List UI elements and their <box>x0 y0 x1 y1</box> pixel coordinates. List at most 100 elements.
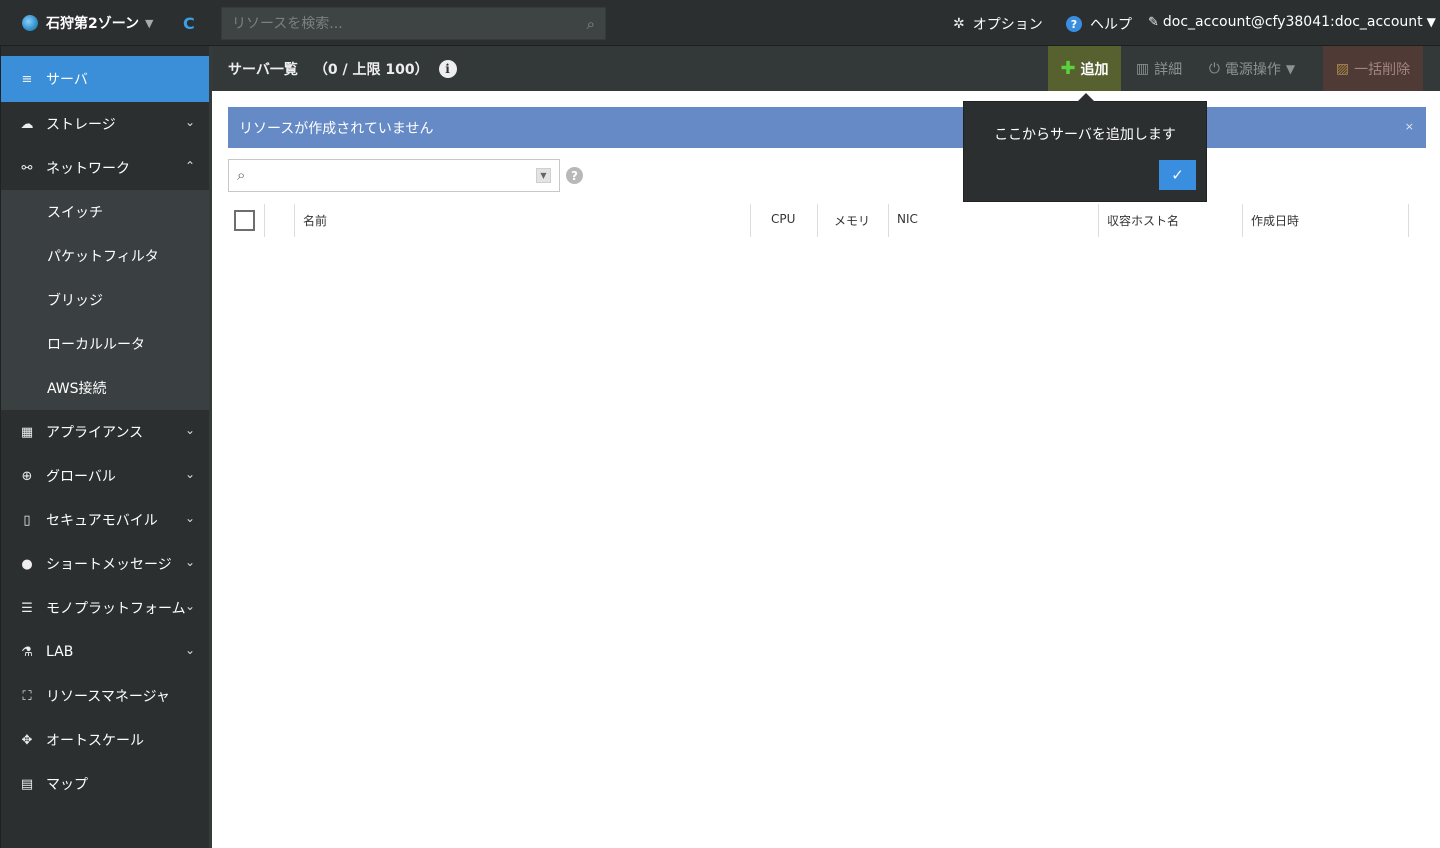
power-button-label: 電源操作 <box>1224 61 1281 78</box>
sidebar-item-appliance[interactable]: ▦ アプライアンス ⌄ <box>1 410 209 454</box>
sidebar-item-lab[interactable]: ⚗ LAB ⌄ <box>1 630 209 674</box>
sidebar-item-label: ローカルルータ <box>47 337 145 353</box>
column-separator <box>888 204 889 237</box>
sidebar: ≡ サーバ ☁ ストレージ ⌄ ⚯ ネットワーク ⌃ スイッチ パケットフィルタ… <box>0 46 212 848</box>
sidebar-item-autoscale[interactable]: ✥ オートスケール <box>1 718 209 762</box>
close-icon[interactable]: × <box>1405 120 1414 133</box>
account-menu[interactable]: ✎ doc_account@cfy38041:doc_account ▼ <box>1148 14 1436 30</box>
sidebar-item-label: スイッチ <box>47 205 103 221</box>
add-button-label: 追加 <box>1080 61 1109 78</box>
sidebar-item-aws-connect[interactable]: AWS接続 <box>1 366 209 410</box>
resource-search-input[interactable] <box>222 8 605 39</box>
sidebar-item-secure-mobile[interactable]: ▯ セキュアモバイル ⌄ <box>1 498 209 542</box>
chat-icon: ● <box>21 556 33 572</box>
tooltip-ok-button[interactable]: ✓ <box>1159 160 1196 190</box>
add-button[interactable]: ✚ 追加 <box>1048 46 1121 91</box>
account-label: doc_account@cfy38041:doc_account <box>1162 14 1423 30</box>
options-label: オプション <box>972 17 1043 33</box>
sidebar-item-resource-manager[interactable]: ⛶ リソースマネージャ <box>1 674 209 718</box>
sidebar-item-label: アプライアンス <box>46 425 144 441</box>
tooltip-text: ここからサーバを追加します <box>994 127 1176 143</box>
column-separator <box>750 204 751 237</box>
sidebar-item-local-router[interactable]: ローカルルータ <box>1 322 209 366</box>
caret-down-icon: ▼ <box>145 16 154 30</box>
sidebar-item-short-message[interactable]: ● ショートメッセージ ⌄ <box>1 542 209 586</box>
help-label: ヘルプ <box>1090 17 1132 33</box>
sidebar-item-label: サーバ <box>46 72 88 88</box>
bulk-delete-button[interactable]: ▨ 一括削除 <box>1323 46 1423 91</box>
sidebar-item-network[interactable]: ⚯ ネットワーク ⌃ <box>1 146 209 190</box>
flask-icon: ⚗ <box>21 644 33 660</box>
sidebar-item-storage[interactable]: ☁ ストレージ ⌄ <box>1 102 209 146</box>
sidebar-item-mono-platform[interactable]: ☰ モノプラットフォーム ⌄ <box>1 586 209 630</box>
detail-button[interactable]: ▥ 詳細 <box>1124 46 1194 91</box>
sidebar-item-server[interactable]: ≡ サーバ <box>1 56 209 102</box>
sidebar-item-label: ネットワーク <box>46 161 130 177</box>
sidebar-item-global[interactable]: ⊕ グローバル ⌄ <box>1 454 209 498</box>
column-header-name[interactable]: 名前 <box>303 212 327 229</box>
sidebar-item-label: セキュアモバイル <box>46 513 158 529</box>
server-icon: ≡ <box>21 71 33 87</box>
column-header-host[interactable]: 収容ホスト名 <box>1107 212 1179 229</box>
sidebar-item-switch[interactable]: スイッチ <box>1 190 209 234</box>
list-toolbar: サーバ一覧 （0 / 上限 100） i ✚ 追加 ▥ 詳細 ⏻ 電源操作 ▼ … <box>212 46 1440 91</box>
zone-selector[interactable]: 石狩第2ゾーン ▼ <box>22 13 154 33</box>
sidebar-item-packet-filter[interactable]: パケットフィルタ <box>1 234 209 278</box>
book-icon: ▥ <box>1135 60 1150 77</box>
dropdown-icon[interactable]: ▼ <box>536 168 551 183</box>
sidebar-item-label: ショートメッセージ <box>46 557 172 573</box>
sidebar-item-label: マップ <box>46 777 88 793</box>
info-icon[interactable]: i <box>438 60 457 78</box>
chevron-down-icon: ⌄ <box>184 423 195 437</box>
column-header-created[interactable]: 作成日時 <box>1251 212 1299 229</box>
chevron-down-icon: ⌄ <box>184 643 195 657</box>
refresh-icon[interactable]: C <box>183 14 195 33</box>
help-link[interactable]: ? ヘルプ <box>1066 14 1132 34</box>
globe-icon: ⊕ <box>21 468 33 484</box>
column-separator <box>1242 204 1243 237</box>
options-link[interactable]: ✲ オプション <box>953 14 1043 34</box>
gear-icon: ✲ <box>953 16 965 32</box>
search-icon[interactable]: ⌕ <box>587 15 595 33</box>
resource-count: （0 / 上限 100） <box>313 62 429 78</box>
puzzle-icon: ⛶ <box>22 688 32 704</box>
sidebar-item-label: AWS接続 <box>47 381 107 397</box>
chevron-down-icon: ⌄ <box>184 511 195 525</box>
page-title: サーバ一覧 （0 / 上限 100） i <box>228 59 457 79</box>
column-header-cpu[interactable]: CPU <box>771 212 795 226</box>
caret-down-icon: ▼ <box>1285 61 1296 76</box>
column-separator <box>264 204 265 237</box>
sidebar-item-bridge[interactable]: ブリッジ <box>1 278 209 322</box>
column-separator <box>1098 204 1099 237</box>
empty-alert: リソースが作成されていません × <box>228 107 1426 148</box>
network-submenu: スイッチ パケットフィルタ ブリッジ ローカルルータ AWS接続 <box>1 190 209 410</box>
column-header-nic[interactable]: NIC <box>897 212 918 226</box>
help-icon[interactable]: ? <box>566 167 583 184</box>
power-icon: ⏻ <box>1208 60 1220 77</box>
layers-icon: ☰ <box>21 600 33 616</box>
detail-button-label: 詳細 <box>1154 61 1183 78</box>
sidebar-item-map[interactable]: ▤ マップ <box>1 762 209 806</box>
sidebar-item-label: モノプラットフォーム <box>46 601 186 617</box>
sidebar-item-label: LAB <box>46 644 74 660</box>
help-icon: ? <box>1066 16 1082 32</box>
filter-box: ⌕ ▼ <box>228 159 560 192</box>
search-icon: ⌕ <box>237 166 246 184</box>
select-all-checkbox[interactable] <box>234 210 255 231</box>
pen-icon: ✎ <box>1148 14 1159 30</box>
trash-icon: ▨ <box>1335 60 1350 77</box>
sidebar-item-label: パケットフィルタ <box>47 249 159 265</box>
cloud-icon: ☁ <box>20 116 34 132</box>
network-icon: ⚯ <box>21 160 33 176</box>
arrows-icon: ✥ <box>21 732 33 748</box>
alert-message: リソースが作成されていません <box>239 120 434 137</box>
chevron-down-icon: ⌄ <box>184 599 195 613</box>
power-button[interactable]: ⏻ 電源操作 ▼ <box>1198 46 1306 91</box>
zone-label: 石狩第2ゾーン <box>46 16 140 32</box>
top-bar: 石狩第2ゾーン ▼ C ⌕ ✲ オプション ? ヘルプ ✎ doc_accoun… <box>0 0 1440 46</box>
column-header-memory[interactable]: メモリ <box>834 212 870 229</box>
bulk-delete-label: 一括削除 <box>1354 61 1411 78</box>
filter-input[interactable] <box>229 160 559 191</box>
sidebar-item-label: オートスケール <box>46 733 144 749</box>
sidebar-item-label: ストレージ <box>46 117 116 133</box>
